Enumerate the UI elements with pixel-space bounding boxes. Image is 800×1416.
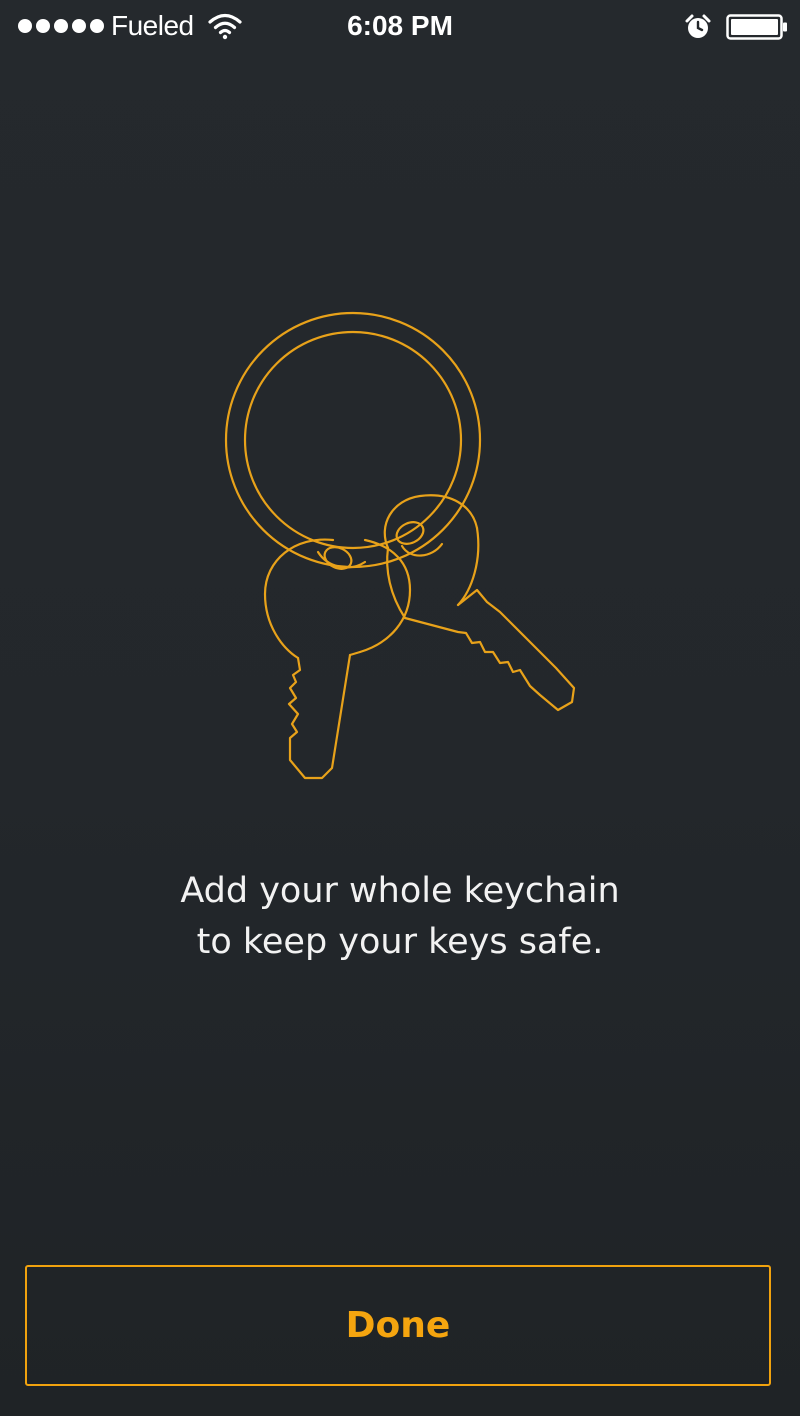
done-button[interactable]: Done [25,1265,771,1386]
message-line-1: Add your whole keychain [180,871,620,911]
onboarding-screen: Fueled 6:08 PM Add your whole keychain t… [0,0,800,1416]
battery-icon [726,14,787,40]
keychain-icon [224,311,576,780]
alarm-clock-icon [685,14,711,38]
status-bar: Fueled 6:08 PM [0,0,800,56]
status-time: 6:08 PM [347,10,453,41]
done-button-label: Done [345,1305,451,1346]
message-line-2: to keep your keys safe. [196,922,604,962]
onboarding-message: Add your whole keychain to keep your key… [0,866,800,968]
